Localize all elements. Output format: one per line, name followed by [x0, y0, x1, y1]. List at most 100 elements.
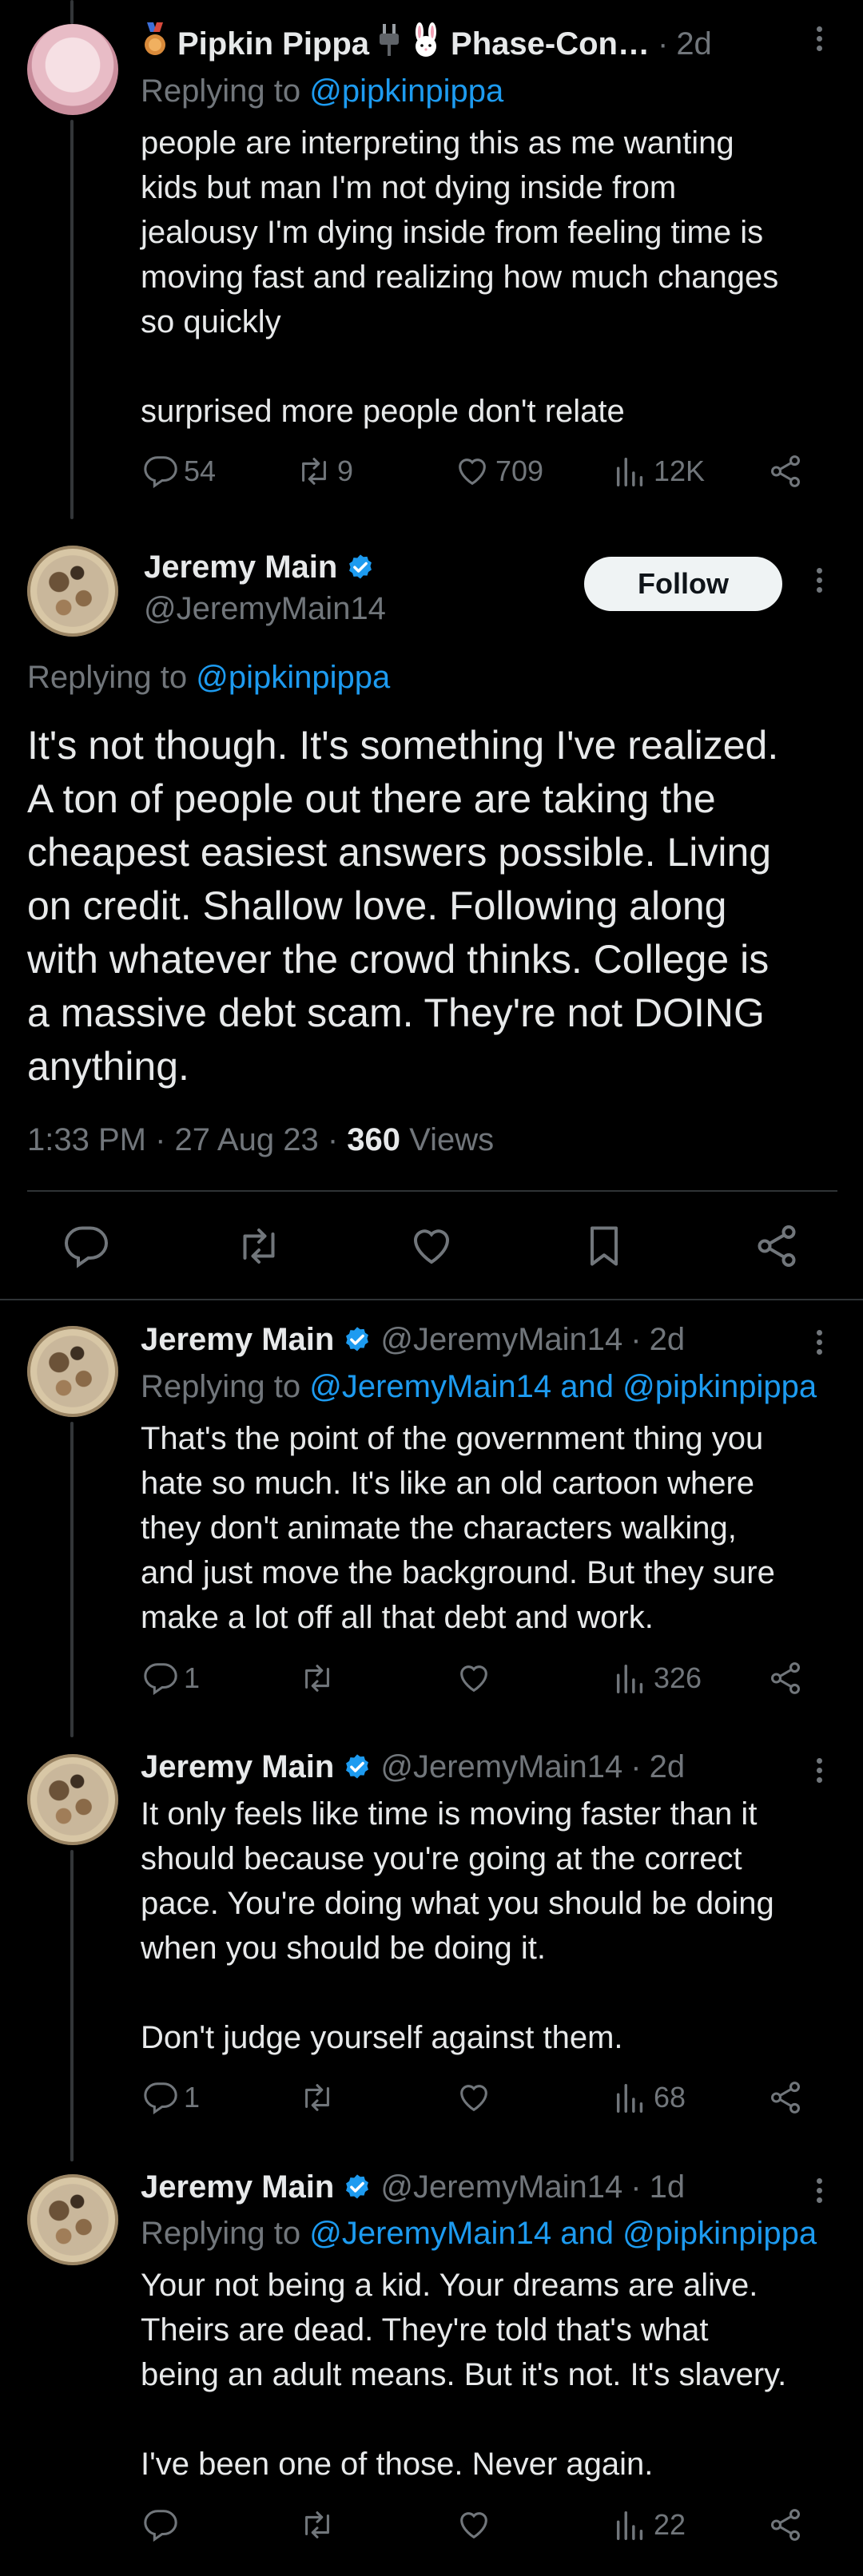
divider	[27, 1190, 837, 1192]
more-options-icon[interactable]	[803, 2174, 835, 2207]
views-count: 360	[347, 1122, 400, 1157]
more-options-icon[interactable]	[803, 22, 835, 55]
heart-icon	[460, 2085, 487, 2112]
reply-button[interactable]: 54	[142, 453, 216, 490]
post-header: Jeremy Main	[144, 550, 376, 585]
repost-button[interactable]	[299, 1660, 336, 1697]
author-name[interactable]: Jeremy Main	[141, 1749, 334, 1785]
reply-icon	[64, 1226, 109, 1268]
repost-button[interactable]	[299, 2079, 336, 2116]
reply-count: 1	[184, 1661, 201, 1694]
views-icon	[616, 457, 643, 486]
post-time[interactable]: 2d	[676, 26, 712, 62]
thread-connector	[70, 0, 74, 24]
author-name[interactable]: Pipkin Pippa	[177, 26, 369, 62]
share-button[interactable]	[767, 2507, 804, 2543]
views-button[interactable]: 22	[612, 2507, 686, 2543]
views-icon	[616, 2083, 643, 2113]
like-count: 709	[495, 454, 544, 487]
replying-to-label: Replying to	[27, 660, 197, 695]
author-name[interactable]: Jeremy Main	[144, 550, 337, 585]
post-time[interactable]: 2d	[650, 1322, 686, 1358]
author-name[interactable]: Jeremy Main	[141, 2169, 334, 2205]
bunny-icon	[409, 22, 443, 65]
more-options-icon[interactable]	[803, 1754, 835, 1787]
mention-link[interactable]: @pipkinpippa	[196, 660, 390, 695]
reply-button[interactable]: 1	[142, 2079, 200, 2116]
post-time[interactable]: 1d	[650, 2169, 686, 2205]
share-button[interactable]	[753, 1222, 801, 1270]
view-count: 326	[654, 1661, 702, 1694]
author-handle[interactable]: @JeremyMain14	[380, 1749, 622, 1785]
post-time[interactable]: 2d	[650, 1749, 686, 1785]
avatar[interactable]	[27, 2174, 118, 2265]
views-button[interactable]: 326	[612, 1660, 702, 1697]
share-button[interactable]	[767, 453, 804, 490]
repost-button[interactable]	[299, 2507, 336, 2543]
author-handle[interactable]: @JeremyMain14	[380, 1322, 622, 1358]
mention-link[interactable]: @pipkinpippa	[309, 73, 503, 109]
mention-link[interactable]: @JeremyMain14 and @pipkinpippa	[309, 1369, 817, 1404]
view-count: 68	[654, 2081, 686, 2114]
heart-icon	[459, 458, 486, 486]
share-icon	[770, 2082, 801, 2114]
divider	[0, 1299, 863, 1300]
repost-icon	[305, 2084, 329, 2111]
replying-to-label: Replying to	[141, 1369, 310, 1404]
heart-icon	[460, 1665, 487, 1693]
avatar[interactable]	[27, 546, 118, 637]
views-button[interactable]: 12K	[612, 453, 705, 490]
separator-dot: ·	[630, 1749, 642, 1784]
heart-icon	[413, 1229, 450, 1264]
share-button[interactable]	[767, 1660, 804, 1697]
author-name-suffix: Phase-Con…	[451, 26, 650, 62]
heart-icon	[460, 2512, 487, 2539]
replying-to-label: Replying to	[141, 2216, 310, 2251]
more-options-icon[interactable]	[803, 1326, 835, 1359]
avatar[interactable]	[27, 24, 118, 115]
views-button[interactable]: 68	[612, 2079, 686, 2116]
repost-icon	[305, 1665, 329, 1692]
bookmark-button[interactable]	[580, 1222, 628, 1270]
like-button[interactable]	[455, 2507, 492, 2543]
verified-badge-icon	[346, 1326, 369, 1351]
post-header: Jeremy Main @JeremyMain14 · 2d	[141, 1749, 685, 1785]
like-button[interactable]: 709	[454, 453, 543, 490]
reply-button[interactable]	[62, 1222, 110, 1270]
separator-dot: ·	[657, 26, 669, 62]
post-header: Pipkin Pippa Phase-Con… · 2d	[141, 22, 712, 65]
share-icon	[770, 1662, 801, 1694]
repost-icon	[305, 2511, 329, 2538]
verified-badge-icon	[346, 1753, 369, 1778]
more-options-icon[interactable]	[803, 564, 835, 597]
reply-button[interactable]	[142, 2507, 179, 2543]
post-text: It only feels like time is moving faster…	[141, 1796, 774, 2055]
author-handle[interactable]: @JeremyMain14	[144, 591, 386, 627]
like-button[interactable]	[455, 1660, 492, 1697]
author-name[interactable]: Jeremy Main	[141, 1322, 334, 1358]
repost-button[interactable]	[235, 1222, 283, 1270]
post-text: people are interpreting this as me wanti…	[141, 125, 779, 429]
share-button[interactable]	[767, 2079, 804, 2116]
reply-count: 1	[184, 2081, 201, 2114]
avatar[interactable]	[27, 1754, 118, 1845]
reply-button[interactable]: 1	[142, 1660, 200, 1697]
author-handle[interactable]: @JeremyMain14	[380, 2169, 622, 2205]
repost-count: 9	[337, 454, 354, 487]
repost-button[interactable]: 9	[296, 453, 353, 490]
like-button[interactable]	[408, 1222, 455, 1270]
replying-to: Replying to @JeremyMain14 and @pipkinpip…	[141, 2216, 817, 2252]
post-date[interactable]: 27 Aug 23	[175, 1122, 319, 1157]
views-label[interactable]: Views	[409, 1122, 494, 1157]
replying-to: Replying to @JeremyMain14 and @pipkinpip…	[141, 1369, 817, 1405]
mention-link[interactable]: @JeremyMain14 and @pipkinpippa	[309, 2216, 817, 2251]
avatar[interactable]	[27, 1326, 118, 1417]
follow-button[interactable]: Follow	[584, 557, 782, 611]
post-time[interactable]: 1:33 PM	[27, 1122, 146, 1157]
replying-to: Replying to @pipkinpippa	[27, 660, 390, 696]
main-post-text: It's not though. It's something I've rea…	[27, 723, 779, 1089]
post-meta: 1:33 PM · 27 Aug 23 · 360 Views	[27, 1122, 495, 1157]
replying-to-label: Replying to	[141, 73, 310, 109]
reply-icon	[144, 2510, 177, 2542]
like-button[interactable]	[455, 2079, 492, 2116]
